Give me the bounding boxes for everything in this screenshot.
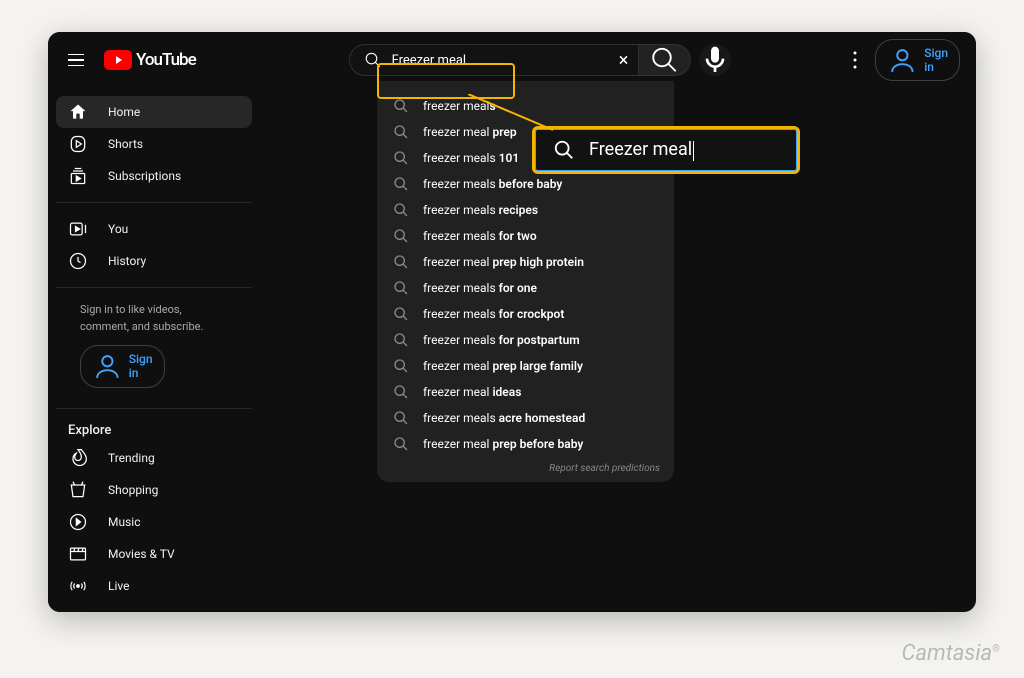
- live-icon: [68, 576, 88, 596]
- shorts-icon: [68, 134, 88, 154]
- suggestion-item[interactable]: freezer meal ideas: [377, 379, 674, 405]
- sidebar-item-label: You: [108, 222, 128, 236]
- search-icon: [393, 150, 409, 166]
- sidebar-item-label: Home: [108, 105, 140, 119]
- sidebar-item-movies-tv[interactable]: Movies & TV: [56, 538, 252, 570]
- settings-menu-icon[interactable]: [843, 48, 867, 72]
- suggestion-item[interactable]: freezer meals for crockpot: [377, 301, 674, 327]
- search-icon: [393, 98, 409, 114]
- suggestion-item[interactable]: freezer meals for postpartum: [377, 327, 674, 353]
- trending-icon: [68, 448, 88, 468]
- suggestion-text: freezer meal prep high protein: [423, 255, 584, 269]
- suggestion-text: freezer meals for crockpot: [423, 307, 564, 321]
- sidebar-item-label: Music: [108, 515, 140, 529]
- sidebar-item-label: Subscriptions: [108, 169, 181, 183]
- suggestion-text: freezer meal ideas: [423, 385, 521, 399]
- shopping-icon: [68, 480, 88, 500]
- sidebar-item-label: Movies & TV: [108, 547, 175, 561]
- suggestion-item[interactable]: freezer meal prep large family: [377, 353, 674, 379]
- search-icon: [393, 410, 409, 426]
- camtasia-watermark: Camtasia®: [902, 640, 1001, 666]
- logo-text: YouTube: [136, 50, 196, 70]
- suggestion-item[interactable]: freezer meals acre homestead: [377, 405, 674, 431]
- clear-search-icon[interactable]: ×: [614, 50, 634, 70]
- subs-icon: [68, 166, 88, 186]
- sidebar-item-shorts[interactable]: Shorts: [56, 128, 252, 160]
- sidebar-item-label: Trending: [108, 451, 155, 465]
- sidebar-item-music[interactable]: Music: [56, 506, 252, 538]
- search-icon: [393, 358, 409, 374]
- gaming-icon: [68, 608, 88, 612]
- sidebar-item-label: Live: [108, 579, 129, 593]
- suggestion-item[interactable]: freezer meals: [377, 93, 674, 119]
- suggestion-item[interactable]: freezer meal prep before baby: [377, 431, 674, 457]
- youtube-logo[interactable]: YouTube: [104, 50, 196, 70]
- suggestion-text: freezer meal prep large family: [423, 359, 583, 373]
- search-icon: [393, 228, 409, 244]
- suggestion-item[interactable]: freezer meal prep high protein: [377, 249, 674, 275]
- suggestion-text: freezer meal prep: [423, 125, 517, 139]
- history-icon: [68, 251, 88, 271]
- sidebar-item-shopping[interactable]: Shopping: [56, 474, 252, 506]
- sidebar-item-trending[interactable]: Trending: [56, 442, 252, 474]
- suggestion-text: freezer meals for one: [423, 281, 537, 295]
- home-icon: [68, 102, 88, 122]
- explore-heading: Explore: [56, 419, 252, 442]
- suggestion-text: freezer meals recipes: [423, 203, 538, 217]
- callout-search-icon: [553, 139, 575, 161]
- sidebar-item-live[interactable]: Live: [56, 570, 252, 602]
- signin-button-header[interactable]: Sign in: [875, 39, 960, 82]
- search-icon: [393, 436, 409, 452]
- search-icon: [393, 202, 409, 218]
- sidebar-item-label: Shopping: [108, 483, 158, 497]
- movies-icon: [68, 544, 88, 564]
- sidebar-item-subscriptions[interactable]: Subscriptions: [56, 160, 252, 192]
- hamburger-menu[interactable]: [64, 48, 88, 72]
- you-icon: [68, 219, 88, 239]
- suggestion-text: freezer meals acre homestead: [423, 411, 585, 425]
- search-icon: [393, 332, 409, 348]
- sidebar-item-label: Shorts: [108, 137, 143, 151]
- annotation-callout: Freezer meal: [532, 126, 800, 174]
- voice-search-button[interactable]: [699, 44, 731, 76]
- signin-prompt: Sign in to like videos, comment, and sub…: [56, 298, 252, 398]
- search-button[interactable]: [639, 44, 691, 76]
- search-input[interactable]: [392, 53, 614, 68]
- sidebar-item-label: History: [108, 254, 146, 268]
- suggestion-text: freezer meals: [423, 99, 496, 113]
- sidebar-item-you[interactable]: You: [56, 213, 252, 245]
- sidebar: Home Shorts Subscriptions You History Sign …: [48, 88, 260, 612]
- search-icon: [393, 384, 409, 400]
- suggestion-item[interactable]: freezer meals recipes: [377, 197, 674, 223]
- search-box[interactable]: ×: [349, 44, 639, 76]
- search-icon: [393, 254, 409, 270]
- suggestion-text: freezer meal prep before baby: [423, 437, 583, 451]
- search-icon: [393, 306, 409, 322]
- report-predictions-link[interactable]: Report search predictions: [377, 457, 674, 476]
- signin-label: Sign in: [924, 46, 948, 74]
- signin-prompt-text: Sign in to like videos, comment, and sub…: [80, 302, 228, 335]
- search-icon: [364, 51, 382, 69]
- search-icon: [393, 176, 409, 192]
- sidebar-item-gaming[interactable]: Gaming: [56, 602, 252, 612]
- music-icon: [68, 512, 88, 532]
- suggestion-text: freezer meals for postpartum: [423, 333, 580, 347]
- suggestion-item[interactable]: freezer meals for one: [377, 275, 674, 301]
- callout-text: Freezer meal: [589, 139, 692, 160]
- suggestion-text: freezer meals for two: [423, 229, 537, 243]
- suggestion-item[interactable]: freezer meals for two: [377, 223, 674, 249]
- suggestion-text: freezer meals 101: [423, 151, 519, 165]
- suggestion-text: freezer meals before baby: [423, 177, 562, 191]
- signin-button-sidebar[interactable]: Sign in: [80, 345, 165, 388]
- sidebar-item-home[interactable]: Home: [56, 96, 252, 128]
- search-icon: [393, 280, 409, 296]
- suggestion-item[interactable]: freezer meals before baby: [377, 171, 674, 197]
- search-icon: [393, 124, 409, 140]
- sidebar-item-label: Gaming: [108, 611, 150, 612]
- sidebar-item-history[interactable]: History: [56, 245, 252, 277]
